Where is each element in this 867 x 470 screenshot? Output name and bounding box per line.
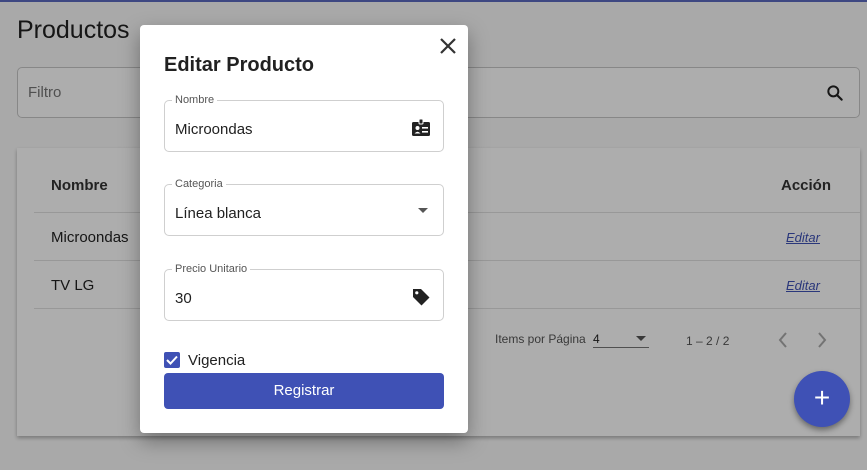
nombre-value: Microondas: [175, 121, 253, 138]
tag-icon: [413, 289, 430, 306]
registrar-button[interactable]: Registrar: [164, 373, 444, 409]
vigencia-label: Vigencia: [188, 352, 246, 369]
edit-product-dialog: Editar Producto Nombre Microondas Catego…: [140, 25, 468, 433]
precio-unitario-value: 30: [175, 290, 192, 307]
precio-unitario-label: Precio Unitario: [172, 263, 251, 275]
close-icon[interactable]: [438, 36, 458, 56]
add-product-button[interactable]: +: [794, 371, 850, 427]
precio-unitario-field[interactable]: Precio Unitario 30: [164, 263, 444, 321]
categoria-label: Categoria: [172, 178, 226, 190]
vigencia-checkbox[interactable]: [164, 352, 180, 368]
categoria-select[interactable]: Categoria Línea blanca: [164, 178, 444, 236]
nombre-field[interactable]: Nombre Microondas: [164, 94, 444, 152]
dialog-title: Editar Producto: [164, 54, 315, 76]
categoria-value: Línea blanca: [175, 205, 261, 222]
nombre-label: Nombre: [172, 94, 218, 106]
plus-icon: +: [813, 382, 831, 413]
dropdown-arrow-icon: [418, 208, 428, 213]
checkmark-icon: [166, 355, 178, 365]
id-card-icon: [412, 118, 430, 136]
